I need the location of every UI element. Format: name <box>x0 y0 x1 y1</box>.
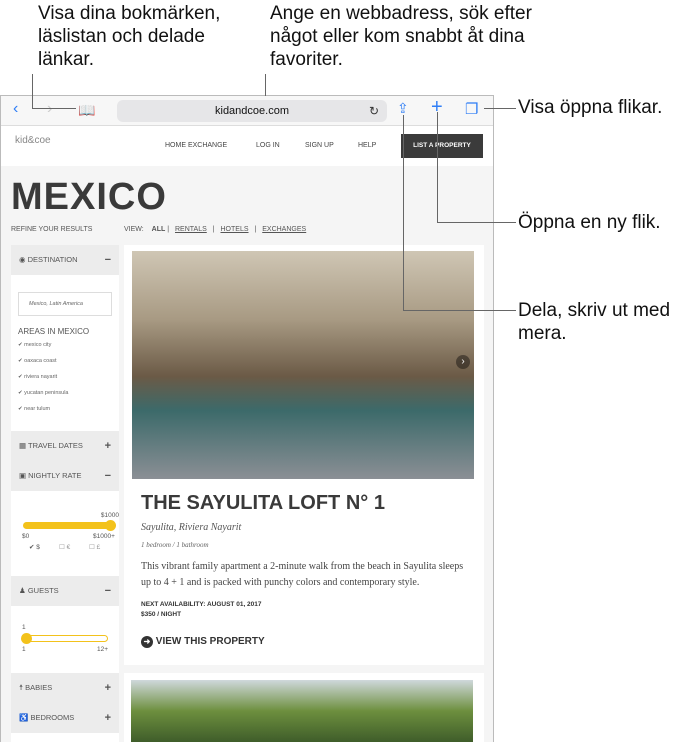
callout-address: Ange en webbadress, sök efter något elle… <box>270 3 532 70</box>
area-checkbox[interactable]: ✔ oaxaca coast <box>18 358 57 364</box>
view-hotels[interactable]: HOTELS <box>221 226 249 233</box>
filter-sidebar: ◉ DESTINATION − Mexico, Latin America ARE… <box>11 245 119 742</box>
currency-eur[interactable]: ☐ € <box>59 543 70 551</box>
slider-handle[interactable] <box>105 520 116 531</box>
area-checkbox[interactable]: ✔ near tulum <box>18 406 50 412</box>
currency-gbp[interactable]: ☐ £ <box>89 543 100 551</box>
destination-input[interactable]: Mexico, Latin America <box>18 292 112 316</box>
listing-photo[interactable]: › <box>132 251 474 479</box>
guests-min: 1 <box>22 646 26 653</box>
list-property-button[interactable]: LIST A PROPERTY <box>401 134 483 158</box>
listing-name[interactable]: THE SAYULITA LOFT N° 1 <box>141 492 385 515</box>
view-property-link[interactable]: ➜ VIEW THIS PROPERTY <box>141 636 265 648</box>
slider-handle[interactable] <box>21 633 32 644</box>
listing-rooms: 1 bedroom / 1 bathroom <box>141 541 209 549</box>
refine-label: REFINE YOUR RESULTS <box>11 226 93 233</box>
address-bar[interactable]: kidandcoe.com ↻ <box>117 100 387 122</box>
guests-section[interactable]: ♟ GUESTS − <box>11 576 119 606</box>
bedrooms-section[interactable]: ♿ BEDROOMS + <box>11 703 119 733</box>
rate-max: $1000+ <box>93 533 115 540</box>
area-checkbox[interactable]: ✔ yucatan peninsula <box>18 390 68 396</box>
rate-value: $1000 <box>100 512 119 519</box>
callout-share: Dela, skriv ut med mera. <box>518 300 671 344</box>
view-all[interactable]: ALL <box>152 226 166 233</box>
nav-help[interactable]: HELP <box>358 142 376 149</box>
bookmarks-icon[interactable]: 📖 <box>78 102 95 119</box>
nightly-rate-section[interactable]: ▣ NIGHTLY RATE − <box>11 461 119 491</box>
forward-icon[interactable]: › <box>47 100 52 118</box>
view-exchanges[interactable]: EXCHANGES <box>262 226 306 233</box>
safari-toolbar: ‹ › 📖 kidandcoe.com↻ ⇪ + ❐ <box>1 96 493 126</box>
area-checkbox[interactable]: ✔ riviera nayarit <box>18 374 57 380</box>
logo[interactable]: kid&coe <box>15 136 51 146</box>
listing-card[interactable]: › THE SAYULITA LOFT N° 1 Sayulita, Rivie… <box>124 245 484 665</box>
guests-slider[interactable] <box>21 633 108 644</box>
reload-icon[interactable]: ↻ <box>369 100 379 122</box>
areas-title: AREAS IN MEXICO <box>18 327 90 336</box>
callout-bookmarks: Visa dina bokmärken, läslistan och delad… <box>38 3 221 70</box>
view-filter: VIEW: ALL | RENTALS | HOTELS | EXCHANGES <box>124 226 307 233</box>
babies-section[interactable]: ☨ BABIES + <box>11 673 119 703</box>
callout-new-tab: Öppna en ny flik. <box>518 212 661 233</box>
site-header: kid&coe HOME EXCHANGE LOG IN SIGN UP HEL… <box>1 126 493 166</box>
back-icon[interactable]: ‹ <box>13 100 18 118</box>
currency-usd[interactable]: ✔ $ <box>29 543 40 551</box>
travel-dates-section[interactable]: ▦ TRAVEL DATES + <box>11 431 119 461</box>
listing-availability: NEXT AVAILABILITY: AUGUST 01, 2017 <box>141 601 262 608</box>
view-label: VIEW: <box>124 226 144 233</box>
arrow-right-icon: ➜ <box>141 636 153 648</box>
guests-max: 12+ <box>97 646 109 653</box>
page-title: MEXICO <box>11 176 167 218</box>
area-checkbox[interactable]: ✔ mexico city <box>18 342 51 348</box>
guests-value: 1 <box>22 624 26 631</box>
url-text: kidandcoe.com <box>215 105 289 117</box>
nav-home-exchange[interactable]: HOME EXCHANGE <box>165 142 227 149</box>
destination-section[interactable]: ◉ DESTINATION − <box>11 245 119 275</box>
nav-log-in[interactable]: LOG IN <box>256 142 280 149</box>
listing-location: Sayulita, Riviera Nayarit <box>141 522 242 533</box>
nav-sign-up[interactable]: SIGN UP <box>305 142 334 149</box>
view-rentals[interactable]: RENTALS <box>175 226 207 233</box>
ipad-screen: ‹ › 📖 kidandcoe.com↻ ⇪ + ❐ kid&coe HOME … <box>0 95 494 742</box>
rate-min: $0 <box>22 533 30 540</box>
callout-tabs: Visa öppna flikar. <box>518 97 663 118</box>
next-photo-icon[interactable]: › <box>456 355 470 369</box>
tabs-icon[interactable]: ❐ <box>465 100 478 118</box>
listing-price: $350 / NIGHT <box>141 611 182 618</box>
listing-description: This vibrant family apartment a 2-minute… <box>141 561 464 588</box>
listing-photo-2[interactable] <box>131 680 473 742</box>
rate-slider[interactable] <box>23 520 116 531</box>
